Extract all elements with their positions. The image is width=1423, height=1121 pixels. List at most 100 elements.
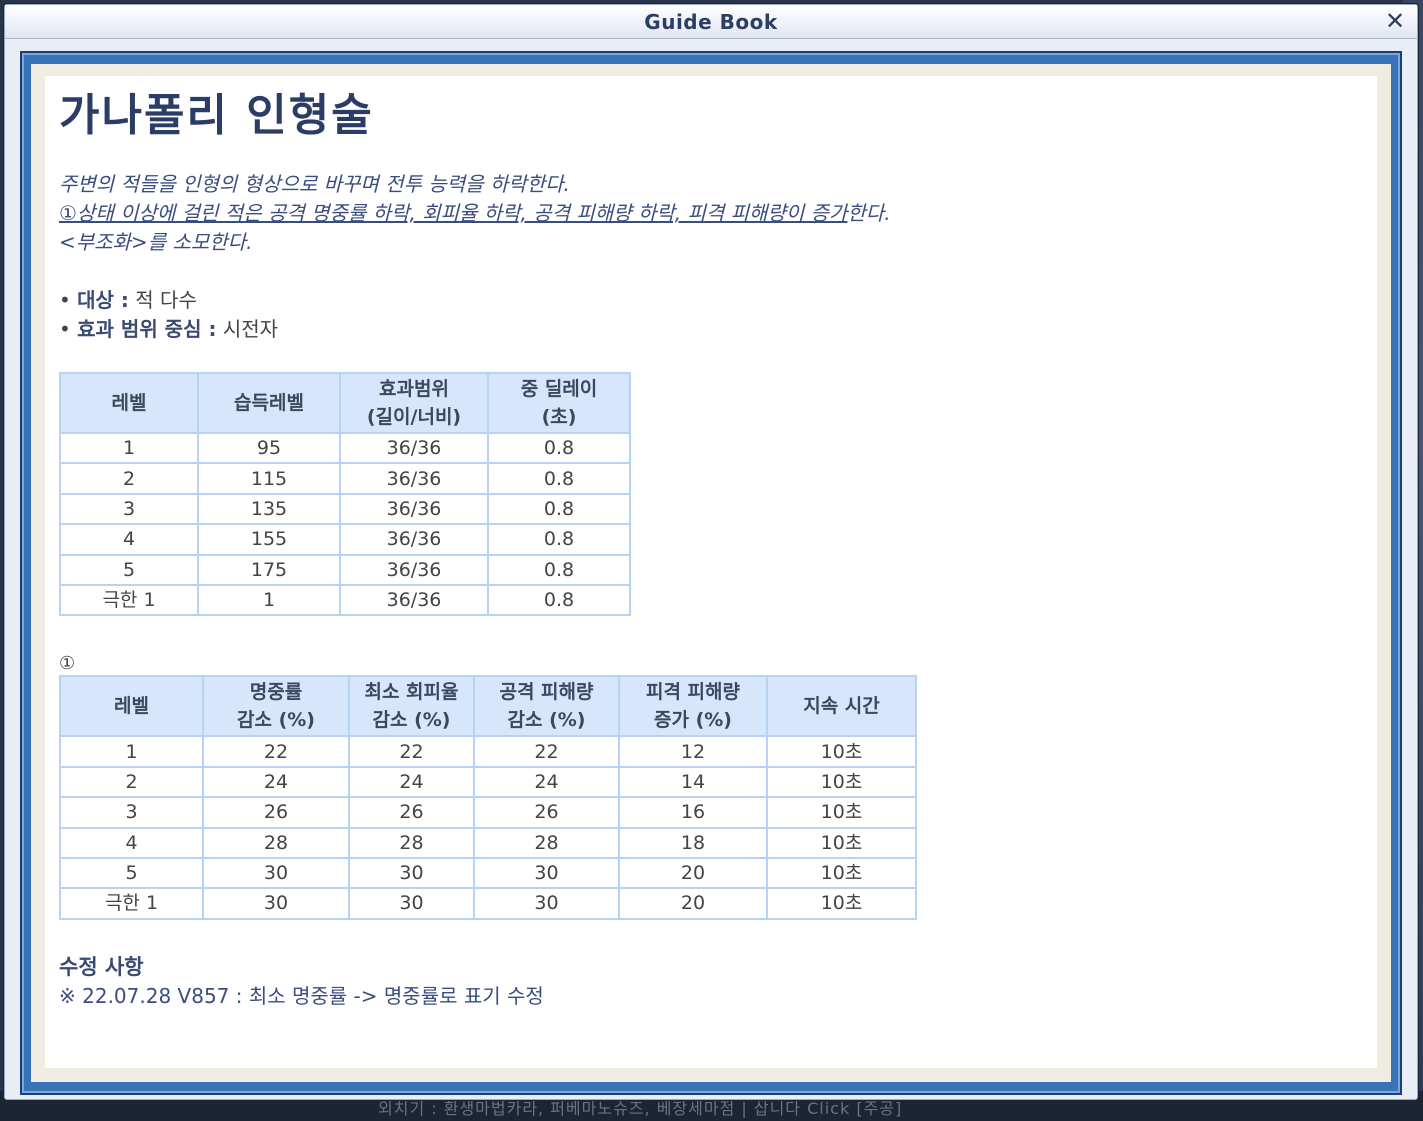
table-header-row: 레벨 명중률 감소 (%) 최소 회피율 감소 (%) 공격 피해량 감소 (%) 피격 피해… bbox=[59, 675, 917, 738]
table-row: 5 175 36/36 0.8 bbox=[59, 553, 631, 586]
level-table-cell: 극한 1 bbox=[59, 583, 199, 617]
level-table-cell: 135 bbox=[197, 492, 341, 526]
info-range-center: • 효과 범위 중심 : 시전자 bbox=[59, 317, 279, 341]
level-table-cell: 0.8 bbox=[487, 583, 631, 617]
level-table-cell: 4 bbox=[59, 523, 199, 556]
level-table-header-0: 레벨 bbox=[59, 372, 199, 434]
debuff-effect-table: 레벨 명중률 감소 (%) 최소 회피율 감소 (%) 공격 피해량 감소 (%) 피격 피해… bbox=[59, 675, 917, 920]
effect-table-cell: 30 bbox=[348, 887, 475, 920]
level-table-cell: 36/36 bbox=[339, 553, 489, 586]
effect-table-cell: 5 bbox=[59, 856, 204, 890]
level-table-cell: 2 bbox=[59, 462, 199, 495]
level-table-cell: 36/36 bbox=[339, 523, 489, 556]
effect-table-cell: 30 bbox=[473, 887, 620, 920]
level-table-header-2: 효과범위 (길이/너비) bbox=[339, 372, 489, 434]
guide-content[interactable]: 가나폴리 인형술 주변의 적들을 인형의 형상으로 바꾸며 전투 능력을 하락한… bbox=[45, 76, 1377, 1068]
level-table-cell: 155 bbox=[197, 523, 341, 556]
table-row: 극한 1 1 36/36 0.8 bbox=[59, 583, 631, 617]
effect-table-cell: 12 bbox=[618, 735, 768, 768]
effect-table-cell: 1 bbox=[59, 735, 204, 768]
effect-table-cell: 26 bbox=[473, 796, 620, 829]
skill-info-list: • 대상 : 적 다수 • 효과 범위 중심 : 시전자 bbox=[59, 286, 1377, 344]
level-table-cell: 36/36 bbox=[339, 492, 489, 526]
table-row: 3 26 26 26 16 10초 bbox=[59, 796, 917, 829]
skill-description: 주변의 적들을 인형의 형상으로 바꾸며 전투 능력을 하락한다. ①상태 이상… bbox=[59, 170, 1377, 257]
window-title: Guide Book bbox=[644, 10, 778, 34]
table-row: 2 24 24 24 14 10초 bbox=[59, 765, 917, 799]
table-row: 5 30 30 30 20 10초 bbox=[59, 856, 917, 890]
table-row: 4 28 28 28 18 10초 bbox=[59, 826, 917, 859]
effect-table-cell: 극한 1 bbox=[59, 887, 204, 920]
table-row: 1 22 22 22 12 10초 bbox=[59, 735, 917, 768]
effect-table-cell: 10초 bbox=[766, 765, 917, 799]
level-table-cell: 5 bbox=[59, 553, 199, 586]
guide-book-window: Guide Book ✕ 가나폴리 인형술 주변의 적들을 인형의 형상으로 바… bbox=[4, 4, 1418, 1100]
effect-table-cell: 28 bbox=[473, 826, 620, 859]
effect-table-cell: 18 bbox=[618, 826, 768, 859]
level-table-header-3: 중 딜레이 (초) bbox=[487, 372, 631, 434]
effect-table-cell: 30 bbox=[202, 887, 350, 920]
desc-line-2-underlined[interactable]: ①상태 이상에 걸린 적은 공격 명중률 하락, 회피율 하락, 공격 피해량 … bbox=[59, 201, 847, 225]
desc-line-1: 주변의 적들을 인형의 형상으로 바꾸며 전투 능력을 하락한다. bbox=[59, 172, 570, 196]
effect-table-cell: 28 bbox=[348, 826, 475, 859]
level-table-cell: 3 bbox=[59, 492, 199, 526]
table-row: 극한 1 30 30 30 20 10초 bbox=[59, 887, 917, 920]
level-table-cell: 36/36 bbox=[339, 431, 489, 465]
level-table-cell: 95 bbox=[197, 431, 341, 465]
desc-line-2-tail: 한다. bbox=[847, 201, 891, 225]
content-frame: 가나폴리 인형술 주변의 적들을 인형의 형상으로 바꾸며 전투 능력을 하락한… bbox=[20, 51, 1402, 1095]
skill-level-table: 레벨 습득레벨 효과범위 (길이/너비) 중 딜레이 (초) 1 95 36/36 0.8 2 11… bbox=[59, 372, 631, 617]
effect-table-cell: 14 bbox=[618, 765, 768, 799]
info-target-label: 대상 : bbox=[77, 288, 129, 312]
info-range-center-value: 시전자 bbox=[222, 317, 279, 341]
level-table-cell: 175 bbox=[197, 553, 341, 586]
effect-table-cell: 22 bbox=[473, 735, 620, 768]
effect-table-cell: 26 bbox=[202, 796, 350, 829]
content-frame-inner: 가나폴리 인형술 주변의 적들을 인형의 형상으로 바꾸며 전투 능력을 하락한… bbox=[31, 64, 1391, 1082]
effect-table-cell: 30 bbox=[473, 856, 620, 890]
table-row: 4 155 36/36 0.8 bbox=[59, 523, 631, 556]
level-table-cell: 1 bbox=[59, 431, 199, 465]
info-range-center-label: 효과 범위 중심 : bbox=[77, 317, 217, 341]
effect-table-cell: 10초 bbox=[766, 826, 917, 859]
level-table-cell: 36/36 bbox=[339, 583, 489, 617]
table-row: 1 95 36/36 0.8 bbox=[59, 431, 631, 465]
effect-table-cell: 28 bbox=[202, 826, 350, 859]
effect-table-cell: 30 bbox=[348, 856, 475, 890]
level-table-cell: 115 bbox=[197, 462, 341, 495]
table-row: 3 135 36/36 0.8 bbox=[59, 492, 631, 526]
effect-table-cell: 4 bbox=[59, 826, 204, 859]
level-table-cell: 1 bbox=[197, 583, 341, 617]
effect-table-cell: 30 bbox=[202, 856, 350, 890]
level-table-cell: 36/36 bbox=[339, 462, 489, 495]
effect-table-cell: 24 bbox=[473, 765, 620, 799]
level-table-header-1: 습득레벨 bbox=[197, 372, 341, 434]
effect-table-cell: 22 bbox=[202, 735, 350, 768]
effect-table-cell: 2 bbox=[59, 765, 204, 799]
effect-table-cell: 24 bbox=[202, 765, 350, 799]
effect-table-header-5: 지속 시간 bbox=[766, 675, 917, 738]
level-table-cell: 0.8 bbox=[487, 523, 631, 556]
window-titlebar[interactable]: Guide Book ✕ bbox=[5, 5, 1417, 39]
effect-table-cell: 10초 bbox=[766, 796, 917, 829]
level-table-cell: 0.8 bbox=[487, 492, 631, 526]
info-target-value: 적 다수 bbox=[135, 288, 197, 312]
effect-table-cell: 10초 bbox=[766, 887, 917, 920]
desc-line-3: <부조화>를 소모한다. bbox=[59, 230, 253, 254]
close-icon[interactable]: ✕ bbox=[1383, 9, 1407, 33]
effect-table-cell: 16 bbox=[618, 796, 768, 829]
table-row: 2 115 36/36 0.8 bbox=[59, 462, 631, 495]
table-header-row: 레벨 습득레벨 효과범위 (길이/너비) 중 딜레이 (초) bbox=[59, 372, 631, 434]
effect-table-header-1: 명중률 감소 (%) bbox=[202, 675, 350, 738]
effect-table-cell: 26 bbox=[348, 796, 475, 829]
info-target: • 대상 : 적 다수 bbox=[59, 288, 197, 312]
effect-table-header-0: 레벨 bbox=[59, 675, 204, 738]
effect-table-cell: 10초 bbox=[766, 735, 917, 768]
effect-table-cell: 24 bbox=[348, 765, 475, 799]
desc-line-2: ①상태 이상에 걸린 적은 공격 명중률 하락, 회피율 하락, 공격 피해량 … bbox=[59, 199, 1377, 228]
effect-table-header-3: 공격 피해량 감소 (%) bbox=[473, 675, 620, 738]
effect-table-cell: 22 bbox=[348, 735, 475, 768]
effect-table-cell: 20 bbox=[618, 887, 768, 920]
effect-table-header-4: 피격 피해량 증가 (%) bbox=[618, 675, 768, 738]
level-table-cell: 0.8 bbox=[487, 462, 631, 495]
